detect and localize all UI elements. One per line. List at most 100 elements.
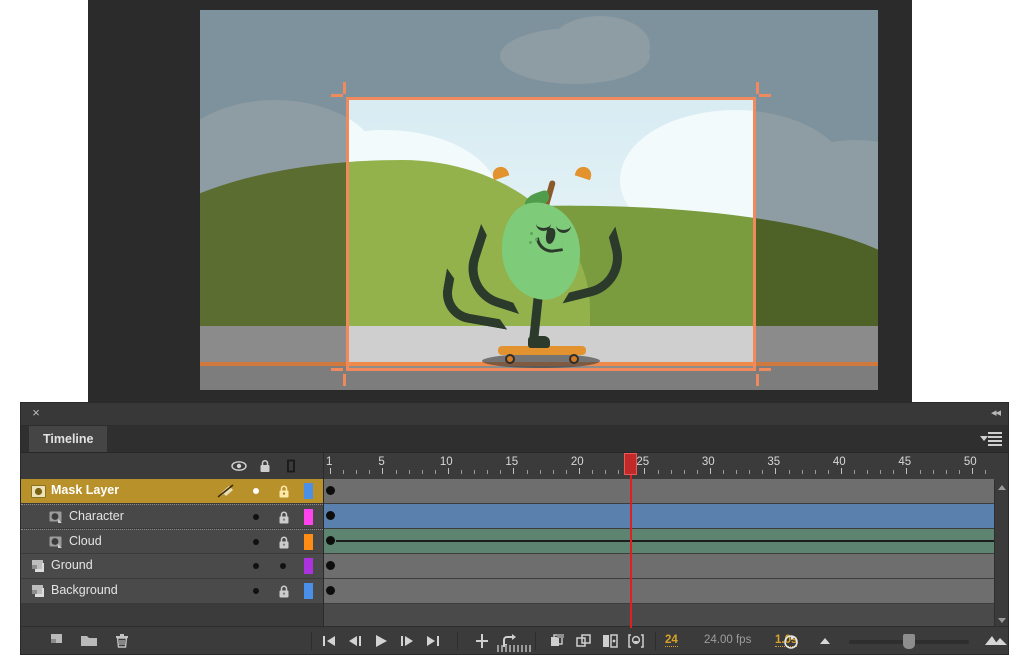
panel-menu-icon[interactable]: [980, 431, 1002, 447]
scroll-down-icon[interactable]: [998, 618, 1006, 623]
close-icon[interactable]: ×: [29, 406, 43, 420]
pencil-disabled-icon: [217, 484, 235, 499]
layer-visibility-toggle[interactable]: [253, 563, 259, 569]
tab-timeline[interactable]: Timeline: [29, 426, 107, 452]
small-frames-icon[interactable]: [816, 632, 836, 650]
current-frame-indicator[interactable]: 24: [665, 634, 678, 647]
reg-mark-tl-v: [343, 82, 346, 94]
layer-visibility-toggle[interactable]: [253, 539, 259, 545]
reg-mark-bl-v: [343, 374, 346, 386]
timeline-panel: × ◂◂ Timeline: [20, 402, 1009, 655]
onion-skin-outlines-button[interactable]: [575, 632, 593, 650]
layer-name-label: Ground: [51, 558, 93, 572]
ruler-label: 25: [636, 456, 649, 468]
timeline-ruler[interactable]: 151015202530354045505560: [324, 453, 994, 479]
masked-layer-icon: [49, 535, 64, 550]
character-shadow: [482, 354, 600, 368]
layer-name-label: Background: [51, 583, 118, 597]
character-freckle: [529, 241, 532, 244]
layer-outline-color-swatch[interactable]: [304, 583, 313, 599]
frame-zoom-handle[interactable]: [903, 634, 915, 649]
onion-skin-button[interactable]: [549, 632, 567, 650]
layer-lock-toggle[interactable]: [276, 583, 292, 600]
stage-canvas[interactable]: [200, 10, 878, 390]
keyframe-marker[interactable]: [326, 536, 335, 545]
layer-outline-color-swatch[interactable]: [304, 509, 313, 525]
frame-row-background[interactable]: [324, 579, 994, 604]
frames-area[interactable]: 151015202530354045505560: [324, 453, 994, 628]
character-foot: [528, 336, 550, 348]
delete-button[interactable]: [113, 632, 131, 650]
layer-outline-color-swatch[interactable]: [304, 558, 313, 574]
character-freckle: [535, 238, 538, 241]
frame-row-character[interactable]: [324, 504, 994, 529]
masked-layer-icon: [49, 510, 64, 525]
timeline-body: Mask Layer CharacterCloud Ground Background…: [21, 453, 1008, 628]
new-folder-button[interactable]: [79, 632, 99, 650]
keyframe-marker[interactable]: [326, 586, 335, 595]
frame-row-ground[interactable]: [324, 554, 994, 579]
reg-mark-tr-h: [759, 94, 771, 97]
ruler-label: 10: [440, 456, 453, 468]
keyframe-marker[interactable]: [326, 486, 335, 495]
edit-multiple-frames-button[interactable]: [601, 632, 619, 650]
ruler-label: 35: [767, 456, 780, 468]
frame-rate-indicator[interactable]: 24.00 fps: [704, 634, 751, 646]
ruler-label: 5: [378, 456, 384, 468]
reg-mark-tl-h: [331, 94, 343, 97]
ruler-label: 15: [505, 456, 518, 468]
layer-visibility-toggle[interactable]: [253, 514, 259, 520]
timeline-titlebar: × ◂◂: [21, 403, 1008, 426]
layer-name-label: Mask Layer: [51, 483, 119, 497]
layer-row-cloud[interactable]: Cloud: [21, 529, 323, 554]
eye-icon[interactable]: [231, 458, 247, 474]
normal-layer-icon: [31, 584, 46, 599]
scene-unmasked: [346, 97, 756, 371]
collapse-panel-icon[interactable]: ◂◂: [991, 406, 1000, 420]
chevron-down-icon: [980, 436, 988, 441]
ruler-label: 1: [326, 456, 332, 468]
go-to-first-frame-button[interactable]: [321, 632, 337, 650]
normal-layer-icon: [31, 559, 46, 574]
reg-mark-tr-v: [756, 82, 759, 94]
layer-visibility-toggle[interactable]: [253, 588, 259, 594]
stage-pasteboard[interactable]: [88, 0, 912, 410]
layer-row-background[interactable]: Background: [21, 579, 323, 604]
layer-list-header: [21, 453, 323, 479]
keyframe-marker[interactable]: [326, 561, 335, 570]
frame-row-cloud[interactable]: [324, 529, 994, 554]
ruler-label: 40: [833, 456, 846, 468]
loop-icon[interactable]: [781, 634, 801, 652]
layer-lock-toggle[interactable]: [276, 483, 292, 500]
ruler-label: 50: [964, 456, 977, 468]
layer-lock-toggle[interactable]: [276, 509, 292, 526]
character-leg-back: [438, 268, 516, 329]
step-back-one-frame-button[interactable]: [347, 632, 363, 650]
layer-row-character[interactable]: Character: [21, 504, 323, 529]
play-button[interactable]: [373, 632, 389, 650]
lock-icon[interactable]: [257, 458, 273, 474]
center-frame-button[interactable]: [473, 632, 491, 650]
scroll-up-icon[interactable]: [998, 485, 1006, 490]
ruler-label: 20: [571, 456, 584, 468]
panel-resize-grip[interactable]: [497, 645, 533, 652]
keyframe-marker[interactable]: [326, 511, 335, 520]
new-layer-button[interactable]: [49, 632, 67, 650]
animate-application-window: × ◂◂ Timeline: [0, 0, 1024, 666]
frame-row-mask-layer[interactable]: [324, 479, 994, 504]
large-frames-icon[interactable]: [983, 632, 1009, 650]
go-to-last-frame-button[interactable]: [425, 632, 441, 650]
outline-icon[interactable]: [283, 458, 299, 474]
layer-lock-toggle[interactable]: [276, 534, 292, 551]
layer-lock-toggle[interactable]: [280, 563, 286, 569]
layer-outline-color-swatch[interactable]: [304, 534, 313, 550]
layer-row-mask-layer[interactable]: Mask Layer: [21, 479, 323, 504]
layer-row-ground[interactable]: Ground: [21, 554, 323, 579]
step-forward-one-frame-button[interactable]: [399, 632, 415, 650]
modify-markers-button[interactable]: [627, 632, 645, 650]
timeline-vertical-scrollbar[interactable]: [994, 480, 1007, 628]
layer-outline-color-swatch[interactable]: [304, 483, 313, 499]
mask-layer-icon: [31, 484, 46, 499]
ruler-label: 30: [702, 456, 715, 468]
layer-visibility-toggle[interactable]: [253, 488, 259, 494]
